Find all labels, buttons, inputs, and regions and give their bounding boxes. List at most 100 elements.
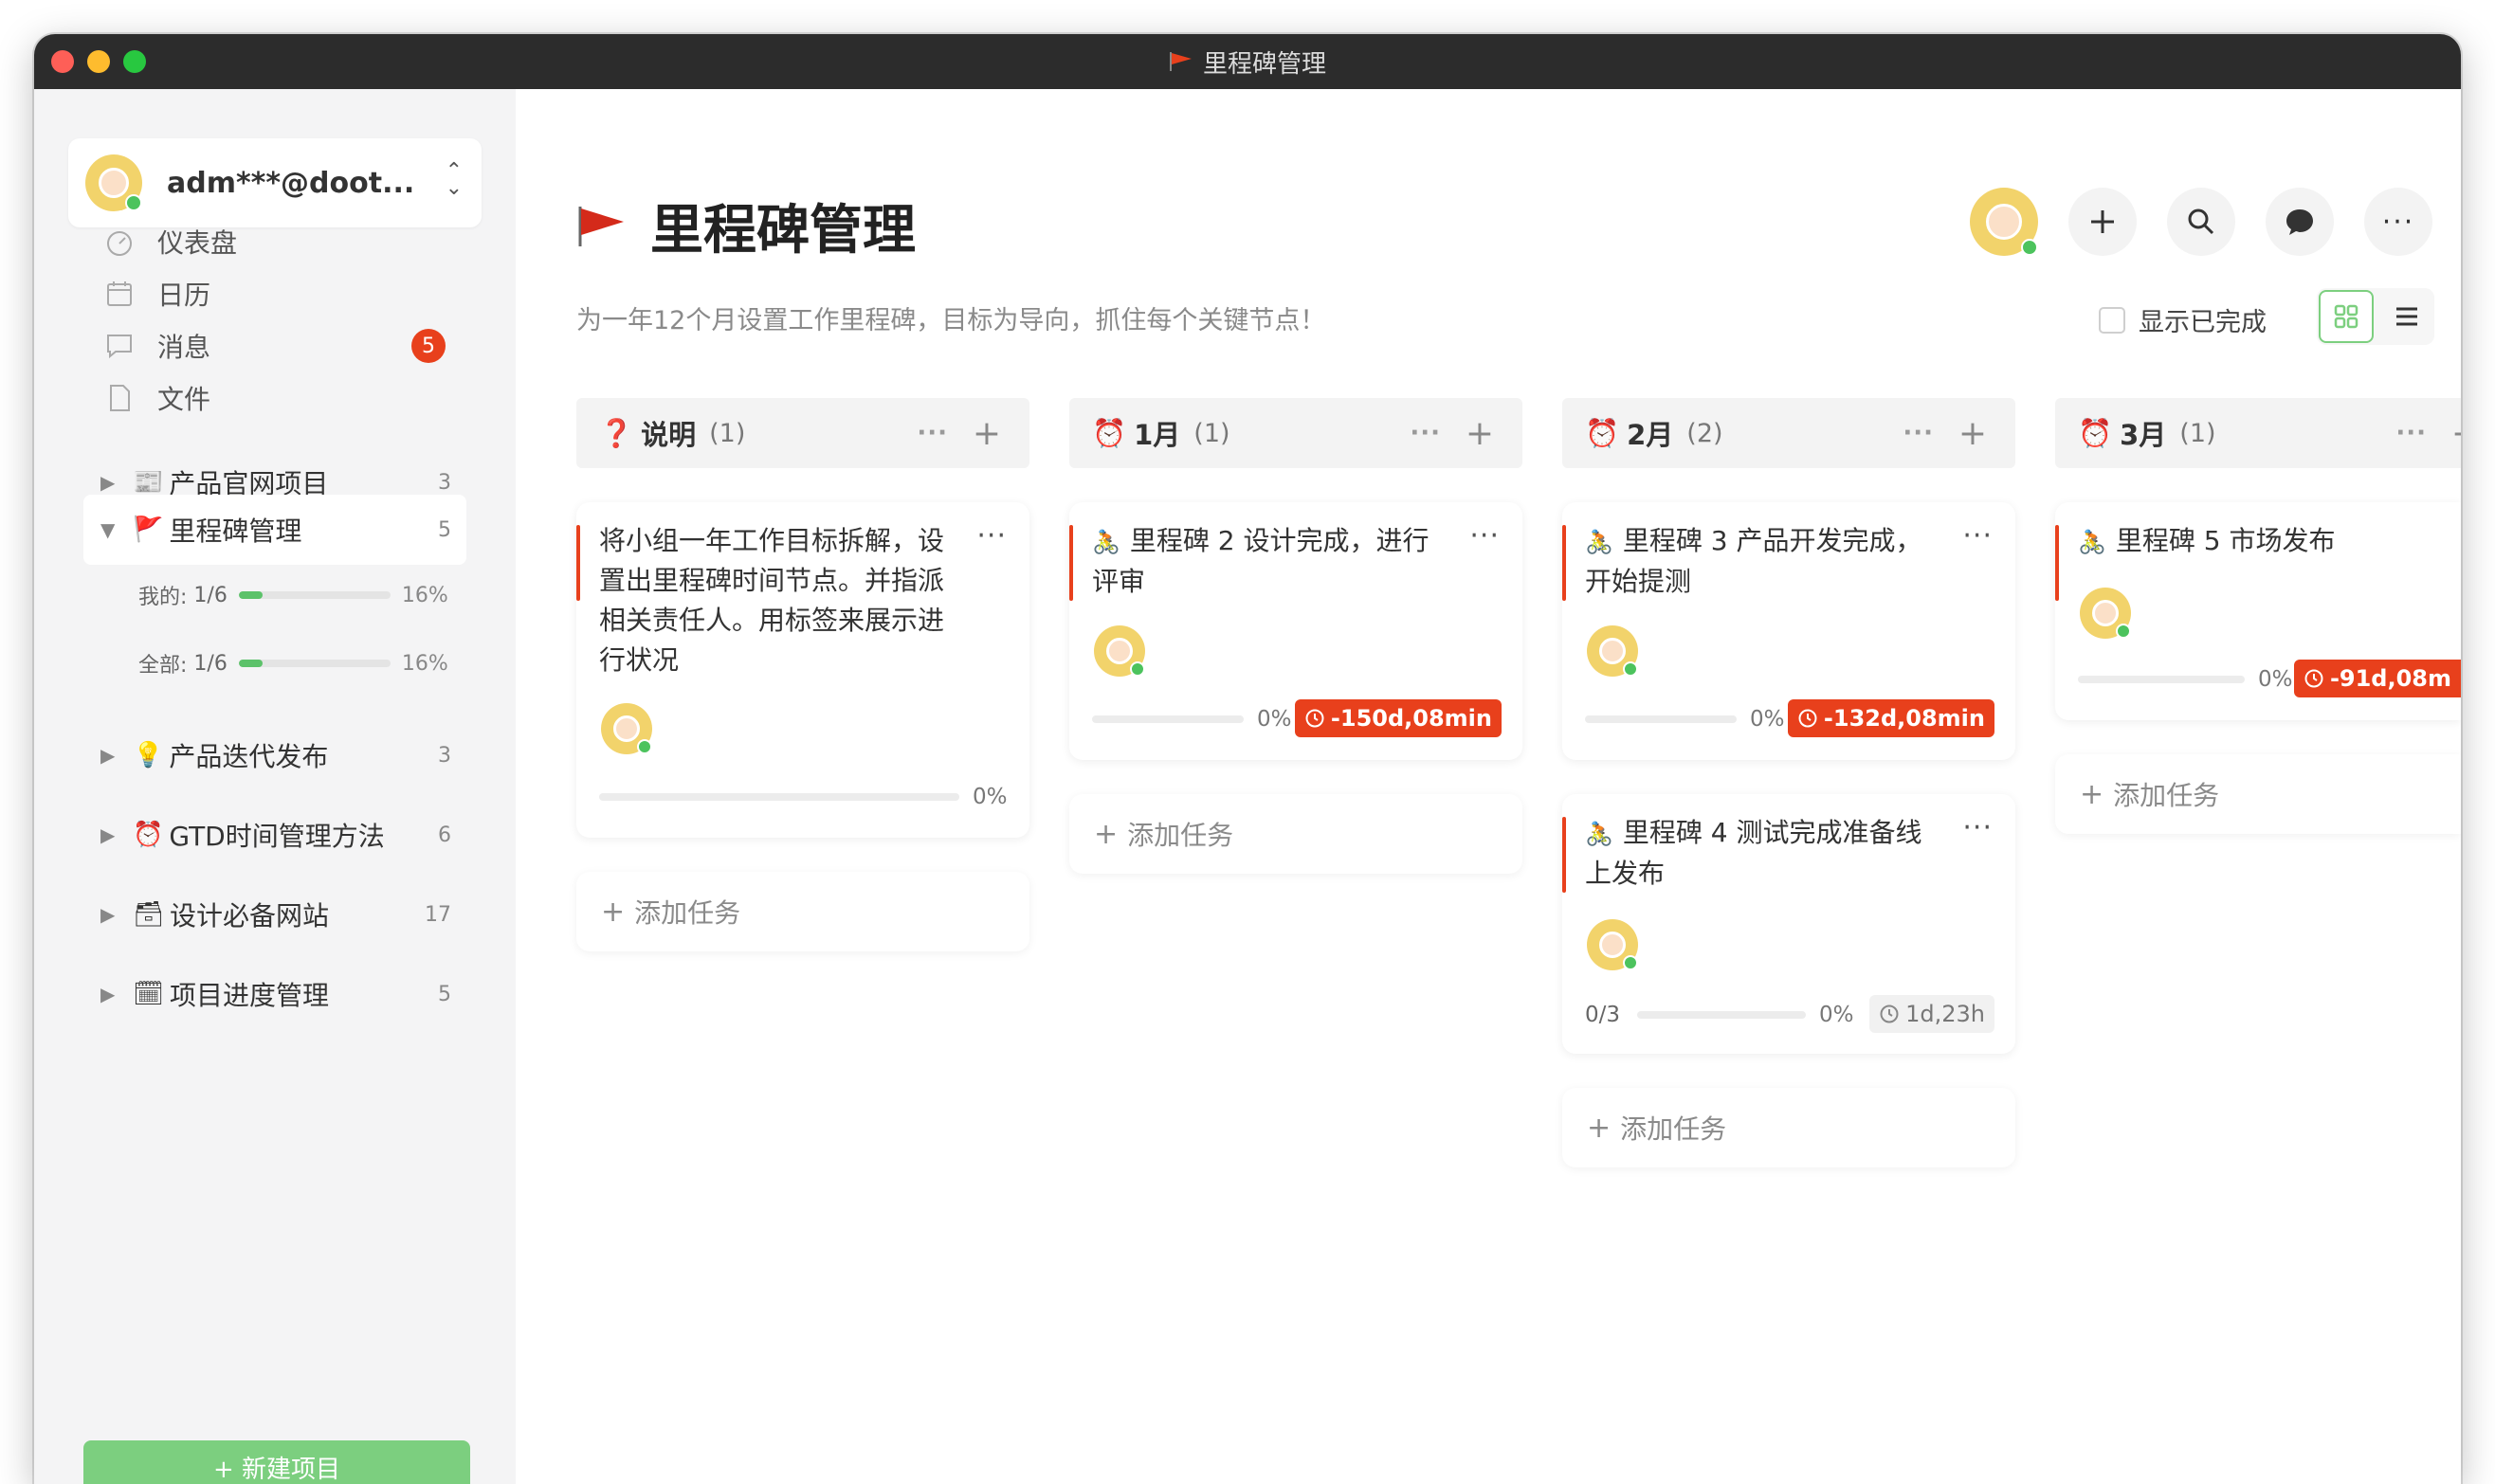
chat-button[interactable] — [2266, 188, 2334, 256]
column-header: ❓ 说明 (1) ··· + — [576, 398, 1029, 468]
search-icon — [2188, 208, 2214, 235]
online-status-dot — [637, 739, 652, 754]
project-label: GTD时间管理方法 — [169, 821, 385, 852]
search-button[interactable] — [2167, 188, 2235, 256]
project-label: 里程碑管理 — [169, 516, 302, 547]
project-item[interactable]: ▶ 🗃 设计必备网站 17 — [83, 879, 466, 950]
expand-arrow-icon[interactable]: ▶ — [100, 744, 119, 767]
progress-bar — [1637, 1011, 1807, 1019]
column-more-icon[interactable]: ··· — [917, 419, 948, 447]
column-add-icon[interactable]: + — [973, 414, 1001, 453]
project-label: 产品迭代发布 — [169, 741, 329, 772]
add-task-button[interactable]: + 添加任务 — [1069, 794, 1522, 874]
column-more-icon[interactable]: ··· — [2395, 419, 2427, 447]
project-emoji: 🚩 — [133, 516, 164, 544]
add-task-button[interactable]: + 添加任务 — [1562, 1088, 2015, 1167]
column-add-icon[interactable]: + — [2451, 414, 2461, 453]
project-emoji: 📰 — [133, 468, 164, 497]
card-more-icon[interactable]: ··· — [976, 519, 1007, 552]
project-item[interactable]: ▶ ⏰ GTD时间管理方法 6 — [83, 800, 466, 870]
add-task-label: 添加任务 — [2113, 780, 2220, 811]
list-icon — [2396, 307, 2417, 326]
progress-bar — [599, 793, 959, 801]
card-more-icon[interactable]: ··· — [1469, 519, 1500, 552]
project-item[interactable]: ▶ 🗓 项目进度管理 5 — [83, 959, 466, 1029]
add-task-button[interactable]: + 添加任务 — [576, 872, 1029, 951]
avatar — [601, 703, 652, 754]
avatar — [1587, 625, 1638, 677]
project-emoji: 🗃 — [133, 900, 165, 929]
project-item[interactable]: ▶ 💡 产品迭代发布 3 — [83, 720, 466, 790]
task-card[interactable]: 🚴 里程碑 4 测试完成准备线上发布 ··· 0/3 0% 1d,23h — [1562, 794, 2015, 1054]
expand-arrow-icon[interactable]: ▶ — [100, 903, 119, 926]
nav-item-dashboard[interactable]: 仪表盘 — [102, 218, 237, 265]
due-text: -91d,08m — [2329, 665, 2451, 692]
app-window: 里程碑管理 adm***@doot... ⌃ ⌄ 仪表盘 日历 消息 5 文件 … — [34, 34, 2461, 1484]
zoom-window-button[interactable] — [123, 50, 146, 73]
expand-arrow-icon[interactable]: ▶ — [100, 983, 119, 1005]
list-view-button[interactable] — [2381, 290, 2432, 343]
card-accent — [576, 525, 580, 601]
more-button[interactable]: ··· — [2364, 188, 2432, 256]
bicycle-icon: 🚴 — [1585, 529, 1613, 555]
dashboard-icon — [102, 225, 137, 259]
stat-value: 1/6 — [193, 583, 228, 607]
card-more-icon[interactable]: ··· — [1962, 811, 1993, 844]
show-completed-toggle[interactable]: 显示已完成 — [2099, 301, 2267, 338]
project-count: 3 — [438, 470, 451, 495]
progress-percent: 0% — [1257, 707, 1292, 732]
avatar[interactable] — [1970, 188, 2038, 256]
nav-item-files[interactable]: 文件 — [102, 374, 210, 422]
card-more-icon[interactable]: ··· — [1962, 519, 1993, 552]
card-accent — [1562, 525, 1566, 601]
column-add-icon[interactable]: + — [1958, 414, 1987, 453]
alarm-clock-icon: ⏰ — [2078, 416, 2113, 449]
task-card[interactable]: 🚴 里程碑 5 市场发布 0% -91d,08m — [2055, 502, 2461, 720]
column-more-icon[interactable]: ··· — [1410, 419, 1441, 447]
column-more-icon[interactable]: ··· — [1903, 419, 1934, 447]
online-status-dot — [1130, 661, 1145, 677]
grid-view-button[interactable] — [2319, 290, 2374, 343]
project-emoji: ⏰ — [133, 821, 164, 849]
task-progress: 0/3 0% — [1585, 1001, 1854, 1029]
expand-arrow-icon[interactable]: ▶ — [100, 823, 119, 846]
project-item-active[interactable]: ▼ 🚩 里程碑管理 5 — [83, 495, 466, 565]
online-status-dot — [1623, 661, 1638, 677]
plus-icon: + — [1094, 817, 1119, 851]
task-progress: 0% — [599, 783, 1008, 811]
add-task-label: 添加任务 — [1620, 1113, 1727, 1145]
alarm-clock-icon: ⏰ — [1585, 416, 1620, 449]
nav-item-messages[interactable]: 消息 — [102, 322, 210, 370]
collapse-arrow-icon[interactable]: ▼ — [100, 518, 119, 541]
task-card[interactable]: 将小组一年工作目标拆解，设置出里程碑时间节点。并指派相关责任人。用标签来展示进行… — [576, 502, 1029, 838]
account-switcher[interactable]: adm***@doot... ⌃ ⌄ — [68, 138, 482, 227]
new-project-button[interactable]: + 新建项目 — [83, 1440, 470, 1484]
close-window-button[interactable] — [51, 50, 74, 73]
progress-bar — [1585, 715, 1737, 723]
task-card[interactable]: 🚴 里程碑 3 产品开发完成，开始提测 ··· 0% -132d,08min — [1562, 502, 2015, 760]
bicycle-icon: 🚴 — [2078, 529, 2106, 555]
add-task-label: 添加任务 — [1127, 820, 1234, 851]
column-add-icon[interactable]: + — [1466, 414, 1494, 453]
minimize-window-button[interactable] — [87, 50, 110, 73]
nav-item-calendar[interactable]: 日历 — [102, 270, 210, 317]
task-card[interactable]: 🚴 里程碑 2 设计完成，进行评审 ··· 0% -150d,08min — [1069, 502, 1522, 760]
chevron-updown-icon[interactable]: ⌃ ⌄ — [446, 161, 463, 199]
expand-arrow-icon[interactable]: ▶ — [100, 471, 119, 494]
project-emoji: 💡 — [133, 741, 164, 769]
stat-label: 我的: — [138, 586, 188, 609]
add-button[interactable] — [2068, 188, 2137, 256]
online-status-dot — [1623, 955, 1638, 970]
window-title: 里程碑管理 — [1169, 45, 1326, 80]
window-title-text: 里程碑管理 — [1202, 49, 1326, 79]
main-content: 里程碑管理 为一年12个月设置工作里程碑，目标为导向，抓住每个关键节点！ ···… — [516, 89, 2461, 1484]
chat-icon — [2286, 209, 2313, 235]
progress-percent: 0% — [973, 785, 1008, 809]
task-progress: 0% — [1585, 705, 1785, 733]
show-completed-checkbox[interactable] — [2099, 306, 2125, 334]
more-icon: ··· — [2381, 205, 2415, 239]
title-bar: 里程碑管理 — [34, 34, 2461, 89]
nav-item-label: 文件 — [157, 384, 211, 415]
add-task-button[interactable]: + 添加任务 — [2055, 754, 2461, 834]
add-icon — [2091, 210, 2114, 233]
